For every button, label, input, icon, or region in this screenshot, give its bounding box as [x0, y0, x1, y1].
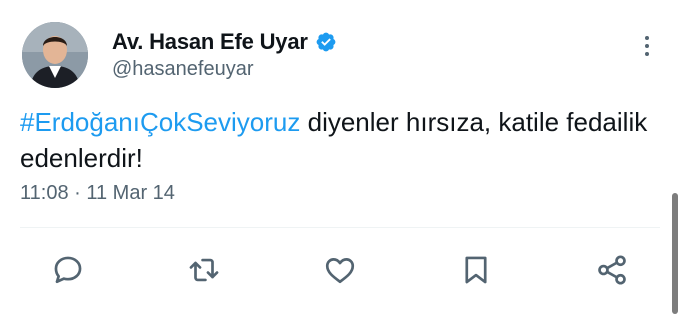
like-icon: [325, 258, 355, 284]
avatar-image: [22, 22, 88, 88]
avatar[interactable]: [22, 22, 88, 88]
author-display-name[interactable]: Av. Hasan Efe Uyar: [112, 29, 308, 55]
verified-badge-icon: [315, 31, 337, 53]
retweet-icon: [189, 258, 219, 282]
hashtag-link[interactable]: #ErdoğanıÇokSeviyoruz: [20, 107, 300, 137]
share-button[interactable]: [592, 250, 632, 290]
share-icon: [598, 255, 626, 285]
divider: [20, 227, 660, 228]
more-options-icon[interactable]: [640, 36, 654, 64]
reply-button[interactable]: [48, 250, 88, 290]
bookmark-button[interactable]: [456, 250, 496, 290]
author-handle[interactable]: @hasanefeuyar: [112, 58, 254, 81]
action-bar: [0, 250, 680, 294]
tweet-card: Av. Hasan Efe Uyar @hasanefeuyar #Erdoğa…: [0, 0, 680, 314]
like-button[interactable]: [320, 250, 360, 290]
retweet-button[interactable]: [184, 250, 224, 290]
scrollbar[interactable]: [672, 193, 678, 314]
tweet-timestamp[interactable]: 11:08 · 11 Mar 14: [20, 182, 175, 205]
reply-icon: [54, 256, 82, 284]
tweet-text: #ErdoğanıÇokSeviyoruz diyenler hırsıza, …: [20, 104, 660, 176]
author-name-row[interactable]: Av. Hasan Efe Uyar: [112, 28, 337, 56]
bookmark-icon: [465, 256, 487, 284]
